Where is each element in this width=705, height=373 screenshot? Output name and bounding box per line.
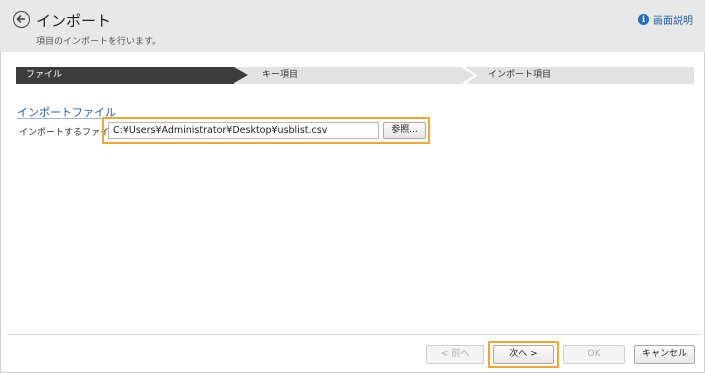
header: インポート 項目のインポートを行います。 i 画面説明 bbox=[0, 0, 705, 52]
page-title: インポート bbox=[36, 12, 112, 30]
page-subtitle: 項目のインポートを行います。 bbox=[36, 37, 162, 47]
step-active-arrow bbox=[234, 67, 248, 83]
file-path-input[interactable]: C:¥Users¥Administrator¥Desktop¥usblist.c… bbox=[108, 122, 379, 139]
step-import-fields: インポート項目 bbox=[488, 70, 552, 80]
back-arrow-icon[interactable] bbox=[13, 11, 30, 28]
prev-button[interactable]: < 前へ bbox=[426, 345, 484, 364]
help-link[interactable]: i 画面説明 bbox=[638, 12, 693, 27]
browse-button[interactable]: 参照... bbox=[383, 122, 426, 139]
step-file: ファイル bbox=[16, 67, 234, 84]
step-separator-icon bbox=[462, 67, 478, 84]
step-key-fields: キー項目 bbox=[262, 70, 299, 80]
dialog-frame bbox=[0, 0, 705, 373]
help-label: 画面説明 bbox=[653, 16, 693, 27]
next-highlight-box bbox=[488, 341, 559, 368]
section-underline bbox=[17, 118, 102, 119]
wizard-steps: ファイル キー項目 インポート項目 bbox=[16, 67, 694, 84]
ok-button[interactable]: OK bbox=[563, 345, 625, 364]
cancel-button[interactable]: キャンセル bbox=[634, 345, 695, 364]
info-icon: i bbox=[638, 14, 649, 25]
footer-divider bbox=[7, 334, 701, 335]
